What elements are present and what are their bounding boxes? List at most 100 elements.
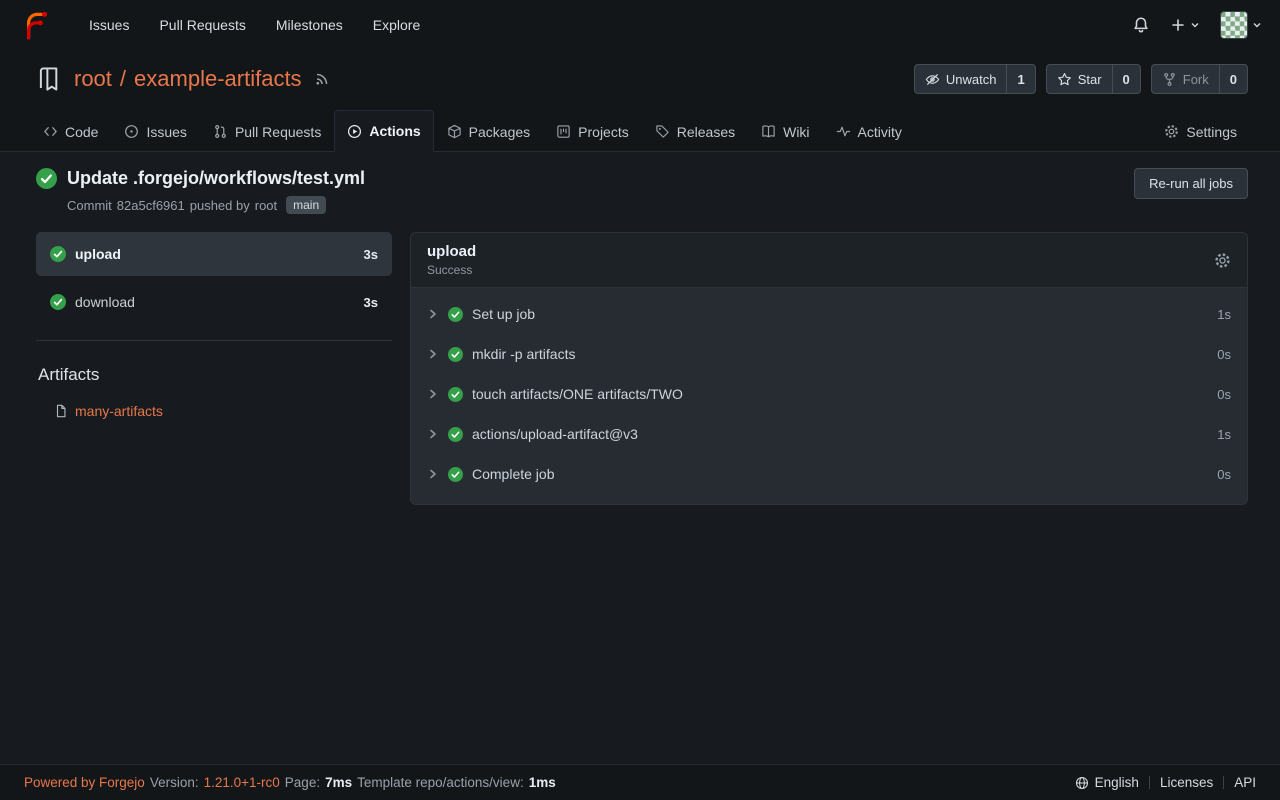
language-label: English — [1095, 775, 1139, 790]
page-time-label: Page: — [285, 775, 320, 790]
navbar: Issues Pull Requests Milestones Explore — [0, 0, 1280, 50]
tab-label: Issues — [146, 124, 186, 140]
repo-breadcrumb: root / example-artifacts — [74, 66, 302, 92]
success-check-icon — [50, 294, 66, 310]
rss-icon[interactable] — [314, 71, 330, 87]
success-check-icon — [448, 427, 463, 442]
pulse-icon — [836, 124, 851, 139]
step-duration: 0s — [1217, 467, 1231, 482]
chevron-right-icon — [427, 428, 439, 440]
success-check-icon — [448, 387, 463, 402]
step-row[interactable]: actions/upload-artifact@v3 1s — [411, 414, 1247, 454]
powered-by-link[interactable]: Powered by Forgejo — [24, 775, 145, 790]
step-name: touch artifacts/ONE artifacts/TWO — [472, 386, 683, 402]
notifications-bell-icon[interactable] — [1132, 16, 1150, 34]
eye-slash-icon — [925, 72, 940, 87]
tab-code[interactable]: Code — [30, 111, 111, 151]
template-time-value: 1ms — [529, 775, 556, 790]
user-menu[interactable] — [1220, 11, 1262, 39]
pushed-by-label: pushed by — [190, 198, 250, 213]
artifact-download-link[interactable]: many-artifacts — [75, 403, 163, 419]
file-icon — [54, 404, 68, 418]
job-detail-name: upload — [427, 243, 476, 260]
unwatch-label: Unwatch — [946, 72, 997, 87]
rerun-all-jobs-button[interactable]: Re-run all jobs — [1134, 168, 1248, 199]
chevron-right-icon — [427, 308, 439, 320]
licenses-link[interactable]: Licenses — [1160, 775, 1213, 790]
tab-wiki[interactable]: Wiki — [748, 111, 822, 151]
fork-label: Fork — [1183, 72, 1209, 87]
tab-label: Code — [65, 124, 98, 140]
page-time-value: 7ms — [325, 775, 352, 790]
step-row[interactable]: touch artifacts/ONE artifacts/TWO 0s — [411, 374, 1247, 414]
tab-activity[interactable]: Activity — [823, 111, 915, 151]
success-check-icon — [50, 246, 66, 262]
step-row[interactable]: mkdir -p artifacts 0s — [411, 334, 1247, 374]
tab-pull-requests[interactable]: Pull Requests — [200, 111, 334, 151]
sidebar-divider — [36, 340, 392, 341]
repo-owner-link[interactable]: root — [74, 66, 112, 92]
template-time-label: Template repo/actions/view: — [357, 775, 524, 790]
nav-milestones[interactable]: Milestones — [261, 0, 358, 50]
commit-sha-link[interactable]: 82a5cf6961 — [117, 198, 185, 213]
tab-settings[interactable]: Settings — [1151, 111, 1250, 151]
package-icon — [447, 124, 462, 139]
api-link[interactable]: API — [1234, 775, 1256, 790]
artifacts-heading: Artifacts — [38, 365, 392, 385]
tab-actions[interactable]: Actions — [334, 110, 433, 152]
tab-releases[interactable]: Releases — [642, 111, 748, 151]
tab-packages[interactable]: Packages — [434, 111, 543, 151]
step-row[interactable]: Complete job 0s — [411, 454, 1247, 494]
chevron-down-icon — [1252, 20, 1262, 30]
footer-left: Powered by Forgejo Version: 1.21.0+1-rc0… — [24, 775, 556, 790]
tab-label: Wiki — [783, 124, 809, 140]
job-duration: 3s — [364, 295, 378, 310]
run-commit-line: Commit 82a5cf6961 pushed by root main — [67, 196, 1134, 214]
job-duration: 3s — [364, 247, 378, 262]
unwatch-button[interactable]: Unwatch 1 — [914, 64, 1036, 94]
star-count[interactable]: 0 — [1112, 65, 1140, 93]
star-icon — [1057, 72, 1072, 87]
success-check-icon — [448, 347, 463, 362]
watch-count[interactable]: 1 — [1006, 65, 1034, 93]
commit-author-link[interactable]: root — [255, 198, 277, 213]
language-menu[interactable]: English — [1075, 775, 1139, 790]
step-name: Set up job — [472, 306, 535, 322]
fork-button[interactable]: Fork 0 — [1151, 64, 1248, 94]
issue-icon — [124, 124, 139, 139]
step-duration: 1s — [1217, 427, 1231, 442]
step-name: actions/upload-artifact@v3 — [472, 426, 638, 442]
create-new-menu[interactable] — [1170, 17, 1200, 33]
fork-count[interactable]: 0 — [1219, 65, 1247, 93]
pull-request-icon — [213, 124, 228, 139]
job-name: upload — [75, 246, 121, 262]
job-item-upload[interactable]: upload 3s — [36, 232, 392, 276]
book-icon — [761, 124, 776, 139]
job-detail-header: upload Success — [411, 233, 1247, 288]
play-circle-icon — [347, 124, 362, 139]
footer-right: English Licenses API — [1075, 775, 1256, 790]
success-check-icon — [36, 168, 57, 189]
nav-pull-requests[interactable]: Pull Requests — [144, 0, 260, 50]
version-link[interactable]: 1.21.0+1-rc0 — [204, 775, 280, 790]
step-duration: 0s — [1217, 347, 1231, 362]
step-row[interactable]: Set up job 1s — [411, 294, 1247, 334]
job-steps-list: Set up job 1s mkdir -p artifacts 0s touc… — [411, 288, 1247, 504]
actions-run-view: Update .forgejo/workflows/test.yml Commi… — [0, 152, 1280, 764]
repo-name-link[interactable]: example-artifacts — [134, 66, 302, 92]
nav-explore[interactable]: Explore — [358, 0, 435, 50]
job-item-download[interactable]: download 3s — [36, 280, 392, 324]
job-name: download — [75, 294, 135, 310]
footer-separator — [1223, 776, 1224, 789]
gear-icon — [1164, 124, 1179, 139]
forgejo-logo[interactable] — [18, 8, 52, 42]
plus-icon — [1170, 17, 1186, 33]
job-options-gear-icon[interactable] — [1214, 252, 1231, 269]
star-button[interactable]: Star 0 — [1046, 64, 1141, 94]
repository-icon — [36, 66, 62, 92]
nav-issues[interactable]: Issues — [74, 0, 144, 50]
tab-issues[interactable]: Issues — [111, 111, 199, 151]
branch-badge[interactable]: main — [286, 196, 326, 214]
tag-icon — [655, 124, 670, 139]
tab-projects[interactable]: Projects — [543, 111, 642, 151]
